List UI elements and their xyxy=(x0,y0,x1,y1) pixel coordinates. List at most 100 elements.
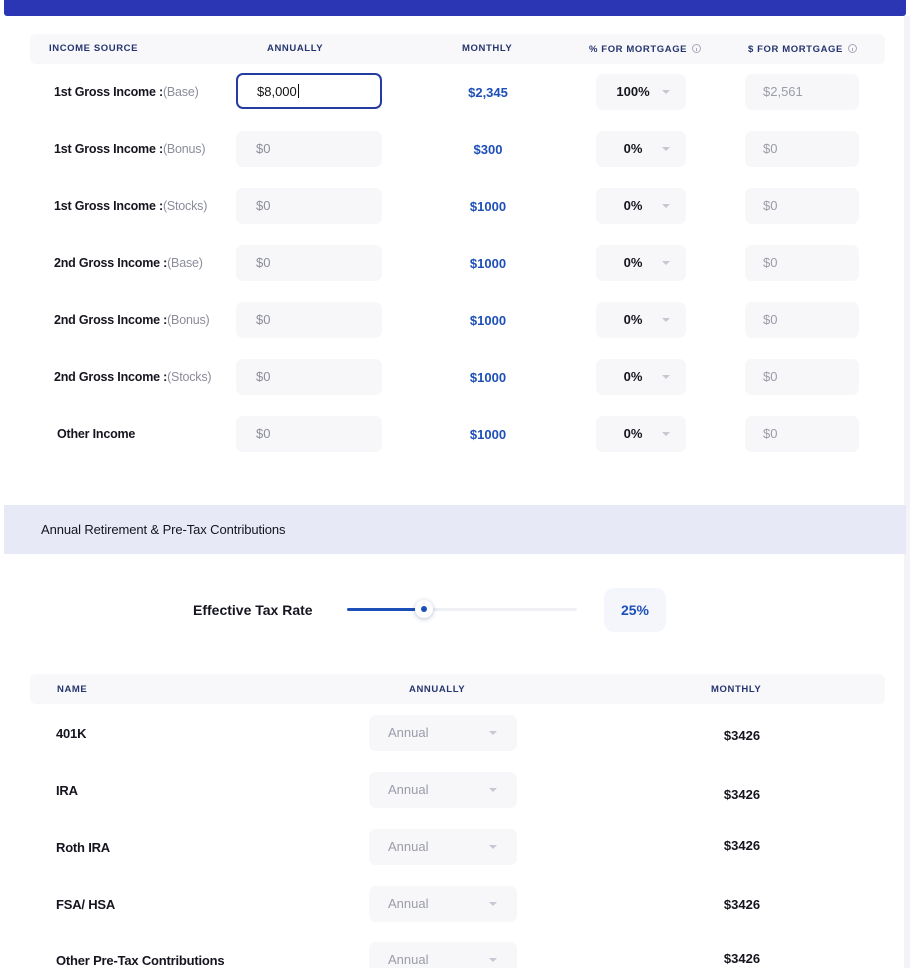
income-row-label: Other Income xyxy=(57,427,135,441)
chevron-down-icon xyxy=(489,788,497,792)
monthly-value: $300 xyxy=(473,142,503,157)
contribution-monthly: $3426 xyxy=(723,787,761,802)
dol-mortgage-field: $0 xyxy=(745,131,859,167)
info-icon[interactable] xyxy=(847,44,857,53)
tax-rate-label: Effective Tax Rate xyxy=(193,602,313,618)
pct-mortgage-select[interactable]: 0% xyxy=(596,302,686,338)
frequency-value: Annual xyxy=(388,782,429,797)
annual-income-input[interactable]: $8,000 xyxy=(236,73,382,109)
info-icon[interactable] xyxy=(692,44,702,53)
chevron-down-icon xyxy=(662,147,670,151)
annual-income-input[interactable]: $0 xyxy=(236,302,382,338)
header-pct-mortgage: % FOR MORTGAGE xyxy=(589,43,702,55)
tax-rate-value: 25% xyxy=(604,588,666,632)
pct-mortgage-value: 0% xyxy=(623,426,643,441)
chevron-down-icon xyxy=(489,845,497,849)
annual-income-input[interactable]: $0 xyxy=(236,359,382,395)
income-label: 2nd Gross Income : xyxy=(54,370,168,384)
top-bar xyxy=(4,0,906,16)
annual-income-input[interactable]: $0 xyxy=(236,416,382,452)
header-dol-mortgage: $ FOR MORTGAGE xyxy=(748,43,857,55)
tax-rate-slider-thumb[interactable] xyxy=(415,600,433,618)
header-monthly: MONTHLY xyxy=(711,684,762,695)
monthly-value: $1000 xyxy=(469,256,507,271)
annual-income-input[interactable]: $0 xyxy=(236,188,382,224)
header-name: NAME xyxy=(57,684,88,695)
annual-income-input[interactable]: $0 xyxy=(236,131,382,167)
pct-mortgage-value: 0% xyxy=(623,255,643,270)
income-label: 1st Gross Income : xyxy=(54,85,163,99)
chevron-down-icon xyxy=(662,375,670,379)
income-sublabel: (Stocks) xyxy=(162,199,208,213)
contribution-name: Other Pre-Tax Contributions xyxy=(56,953,225,968)
contribution-monthly: $3426 xyxy=(723,951,761,966)
contribution-name: IRA xyxy=(56,783,78,798)
chevron-down-icon xyxy=(489,731,497,735)
income-sublabel: (Base) xyxy=(162,85,199,99)
chevron-down-icon xyxy=(489,902,497,906)
pct-mortgage-select[interactable]: 100% xyxy=(596,74,686,110)
chevron-down-icon xyxy=(662,318,670,322)
contribution-monthly: $3426 xyxy=(723,728,761,743)
income-label: 1st Gross Income : xyxy=(54,199,163,213)
dol-mortgage-field: $2,561 xyxy=(745,74,859,110)
header-monthly: MONTHLY xyxy=(462,43,513,54)
chevron-down-icon xyxy=(662,90,670,94)
frequency-value: Annual xyxy=(388,839,429,854)
pct-mortgage-select[interactable]: 0% xyxy=(596,131,686,167)
scrollbar-track[interactable] xyxy=(904,16,910,968)
income-row-label: 2nd Gross Income :(Bonus) xyxy=(54,313,210,327)
pct-mortgage-select[interactable]: 0% xyxy=(596,245,686,281)
annual-income-value: $8,000 xyxy=(257,84,297,99)
frequency-select[interactable]: Annual xyxy=(369,715,517,751)
income-row-label: 2nd Gross Income :(Base) xyxy=(54,256,203,270)
contribution-monthly: $3426 xyxy=(723,838,761,853)
income-row-label: 2nd Gross Income :(Stocks) xyxy=(54,370,212,384)
income-row-label: 1st Gross Income :(Stocks) xyxy=(54,199,207,213)
income-sublabel: (Stocks) xyxy=(167,370,212,384)
monthly-value: $1000 xyxy=(469,199,507,214)
income-sublabel: (Bonus) xyxy=(167,313,210,327)
frequency-select[interactable]: Annual xyxy=(369,886,517,922)
pct-mortgage-select[interactable]: 0% xyxy=(596,359,686,395)
income-sublabel: (Bonus) xyxy=(162,142,206,156)
pct-mortgage-select[interactable]: 0% xyxy=(596,188,686,224)
pct-mortgage-value: 0% xyxy=(623,198,643,213)
tax-rate-slider-fill xyxy=(347,608,424,611)
dol-mortgage-field: $0 xyxy=(745,416,859,452)
pct-mortgage-value: 100% xyxy=(616,84,650,99)
frequency-select[interactable]: Annual xyxy=(369,942,517,968)
dol-mortgage-field: $0 xyxy=(745,359,859,395)
contribution-monthly: $3426 xyxy=(723,897,761,912)
monthly-value: $1000 xyxy=(469,313,507,328)
frequency-value: Annual xyxy=(388,725,429,740)
dol-mortgage-field: $0 xyxy=(745,302,859,338)
pct-mortgage-value: 0% xyxy=(623,369,643,384)
pct-mortgage-value: 0% xyxy=(623,312,643,327)
chevron-down-icon xyxy=(662,432,670,436)
income-label: 1st Gross Income : xyxy=(54,142,163,156)
header-income-source: INCOME SOURCE xyxy=(49,43,139,54)
header-dol-mortgage-label: $ FOR MORTGAGE xyxy=(748,44,843,55)
contribution-name: Roth IRA xyxy=(56,840,110,855)
header-pct-mortgage-label: % FOR MORTGAGE xyxy=(589,44,688,55)
income-label: Other Income xyxy=(57,427,136,441)
monthly-value: $1000 xyxy=(469,427,507,442)
chevron-down-icon xyxy=(662,204,670,208)
header-annually: ANNUALLY xyxy=(267,43,324,54)
chevron-down-icon xyxy=(662,261,670,265)
frequency-value: Annual xyxy=(388,896,429,911)
chevron-down-icon xyxy=(489,958,497,962)
income-sublabel: (Base) xyxy=(167,256,203,270)
frequency-select[interactable]: Annual xyxy=(369,829,517,865)
pct-mortgage-select[interactable]: 0% xyxy=(596,416,686,452)
section-title: Annual Retirement & Pre-Tax Contribution… xyxy=(41,522,286,537)
monthly-value: $2,345 xyxy=(468,85,508,100)
annual-income-input[interactable]: $0 xyxy=(236,245,382,281)
income-label: 2nd Gross Income : xyxy=(54,313,168,327)
frequency-select[interactable]: Annual xyxy=(369,772,517,808)
frequency-value: Annual xyxy=(388,952,429,967)
contribution-name: 401K xyxy=(56,726,87,741)
income-row-label: 1st Gross Income :(Base) xyxy=(54,85,199,99)
income-row-label: 1st Gross Income :(Bonus) xyxy=(54,142,206,156)
